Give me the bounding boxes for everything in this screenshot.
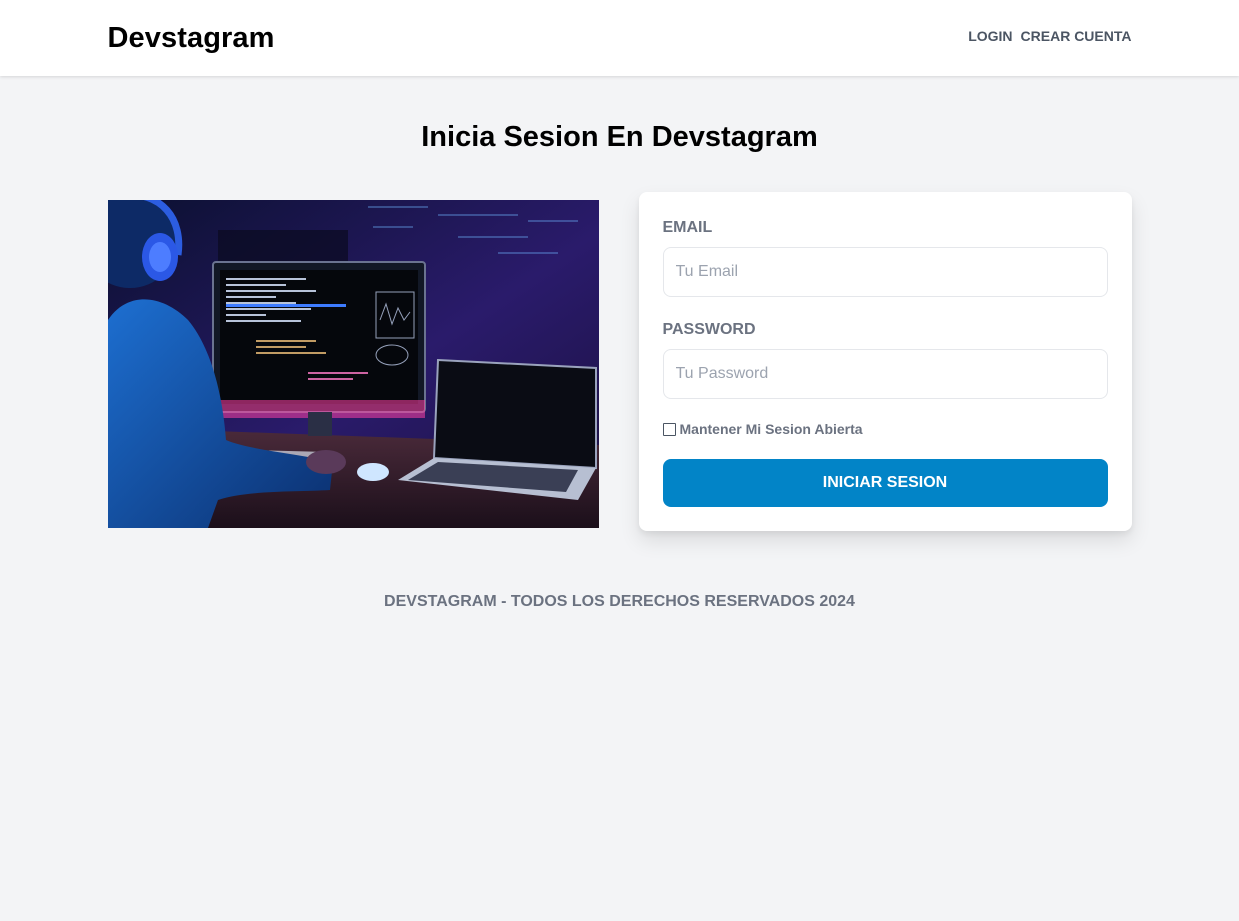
top-nav: Login Crear Cuenta [968,28,1131,44]
header-container: Devstagram Login Crear Cuenta [108,0,1132,76]
password-label: Password [662,321,756,338]
remember-checkbox[interactable] [662,422,676,436]
brand-logo-text[interactable]: Devstagram [108,22,275,55]
nav-register-link[interactable]: Crear Cuenta [1021,28,1132,44]
email-field-group: Email [662,219,1108,297]
password-field-group: Password [662,321,1108,399]
site-footer: Devstagram - Todos los derechos reservad… [384,593,855,610]
remember-row: Mantener Mi Sesion Abierta [662,421,1108,437]
page-title: Inicia Sesion En Devstagram [421,121,818,153]
login-content: Email Password Mantener Mi Sesion Abiert… [107,192,1132,531]
login-submit-button[interactable]: Iniciar Sesion [662,459,1108,507]
password-input[interactable] [662,349,1108,399]
nav-login-link[interactable]: Login [968,28,1012,44]
developer-photo-illustration [107,200,599,528]
email-input[interactable] [662,247,1108,297]
email-label: Email [662,219,713,236]
remember-label[interactable]: Mantener Mi Sesion Abierta [680,421,863,437]
login-form: Email Password Mantener Mi Sesion Abiert… [638,192,1132,531]
site-header: Devstagram Login Crear Cuenta [0,0,1239,76]
developer-photo [107,200,599,528]
